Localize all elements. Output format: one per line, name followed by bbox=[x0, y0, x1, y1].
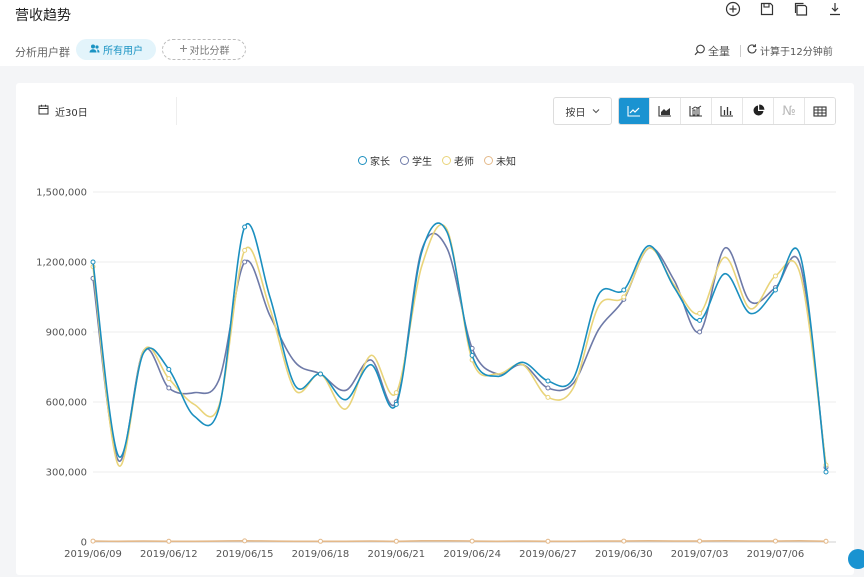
data-point bbox=[469, 538, 475, 544]
data-point bbox=[242, 259, 248, 265]
data-point bbox=[166, 366, 172, 372]
data-point bbox=[242, 224, 248, 230]
series-line bbox=[92, 223, 827, 467]
x-tick-label: 2019/07/06 bbox=[747, 549, 805, 560]
data-point bbox=[166, 376, 172, 382]
x-tick-label: 2019/06/30 bbox=[595, 549, 653, 560]
data-point bbox=[823, 469, 829, 475]
refresh-status[interactable]: 计算于12分钟前 bbox=[746, 43, 833, 58]
y-tick-label: 600,000 bbox=[46, 398, 87, 409]
data-point bbox=[166, 385, 172, 391]
fullscreen-toggle[interactable]: 全量 bbox=[694, 43, 730, 59]
data-point bbox=[772, 538, 778, 544]
x-tick-label: 2019/06/21 bbox=[367, 549, 425, 560]
header-bar: 营收趋势 分析用户群 所有用户 对比分群 全量 计算于12分钟前 bbox=[0, 0, 864, 66]
plus-icon bbox=[179, 44, 188, 56]
header-actions bbox=[724, 0, 844, 18]
data-point bbox=[621, 538, 627, 544]
data-point bbox=[317, 371, 323, 377]
data-point bbox=[242, 538, 248, 544]
y-tick-label: 1,200,000 bbox=[36, 258, 87, 269]
data-point bbox=[545, 378, 551, 384]
data-point bbox=[697, 329, 703, 335]
data-point bbox=[317, 538, 323, 544]
data-point bbox=[393, 401, 399, 407]
line-chart: 0 300,000 600,000 900,000 1,200,000 1,500,000… bbox=[36, 188, 836, 560]
data-point bbox=[90, 259, 96, 265]
all-users-chip[interactable]: 所有用户 bbox=[76, 39, 156, 60]
fullscreen-label: 全量 bbox=[708, 45, 730, 58]
compare-segment-button[interactable]: 对比分群 bbox=[162, 39, 246, 60]
data-point bbox=[393, 538, 399, 544]
calc-time-label: 计算于12分钟前 bbox=[760, 47, 833, 58]
divider bbox=[740, 45, 741, 57]
y-tick-label: 300,000 bbox=[46, 468, 87, 479]
add-icon[interactable] bbox=[724, 0, 742, 18]
data-point bbox=[823, 538, 829, 544]
x-tick-label: 2019/06/15 bbox=[216, 549, 274, 560]
data-point bbox=[545, 394, 551, 400]
data-point bbox=[621, 287, 627, 293]
series-line bbox=[92, 539, 827, 543]
save-icon[interactable] bbox=[758, 0, 776, 18]
data-point bbox=[545, 538, 551, 544]
x-tick-label: 2019/06/24 bbox=[443, 549, 501, 560]
y-tick-label: 900,000 bbox=[46, 328, 87, 339]
series-line bbox=[92, 222, 827, 473]
data-point bbox=[697, 317, 703, 323]
y-tick-label: 0 bbox=[81, 538, 87, 549]
data-point bbox=[166, 538, 172, 544]
data-point bbox=[621, 294, 627, 300]
x-tick-label: 2019/06/12 bbox=[140, 549, 198, 560]
x-tick-label: 2019/07/03 bbox=[671, 549, 729, 560]
download-icon[interactable] bbox=[826, 0, 844, 18]
chart-card: 近30日 按日 № 家长 学生 老师 未知 0 300,000 600,000 … bbox=[16, 83, 854, 575]
data-point bbox=[772, 273, 778, 279]
refresh-icon bbox=[746, 43, 758, 58]
data-point bbox=[90, 538, 96, 544]
data-point bbox=[469, 352, 475, 358]
compare-segment-label: 对比分群 bbox=[189, 46, 230, 57]
x-tick-label: 2019/06/09 bbox=[64, 549, 122, 560]
data-point bbox=[545, 385, 551, 391]
page-title: 营收趋势 bbox=[15, 8, 71, 24]
copy-icon[interactable] bbox=[792, 0, 810, 18]
help-button[interactable] bbox=[848, 549, 864, 569]
data-point bbox=[393, 390, 399, 396]
x-tick-label: 2019/06/27 bbox=[519, 549, 577, 560]
x-tick-label: 2019/06/18 bbox=[292, 549, 350, 560]
data-point bbox=[697, 538, 703, 544]
users-icon bbox=[89, 44, 100, 56]
search-icon bbox=[694, 44, 706, 59]
y-tick-label: 1,500,000 bbox=[36, 188, 87, 199]
data-point bbox=[697, 310, 703, 316]
segment-label: 分析用户群 bbox=[15, 46, 70, 59]
all-users-label: 所有用户 bbox=[103, 46, 143, 57]
series-line bbox=[92, 232, 827, 468]
data-point bbox=[772, 287, 778, 293]
data-point bbox=[242, 247, 248, 253]
